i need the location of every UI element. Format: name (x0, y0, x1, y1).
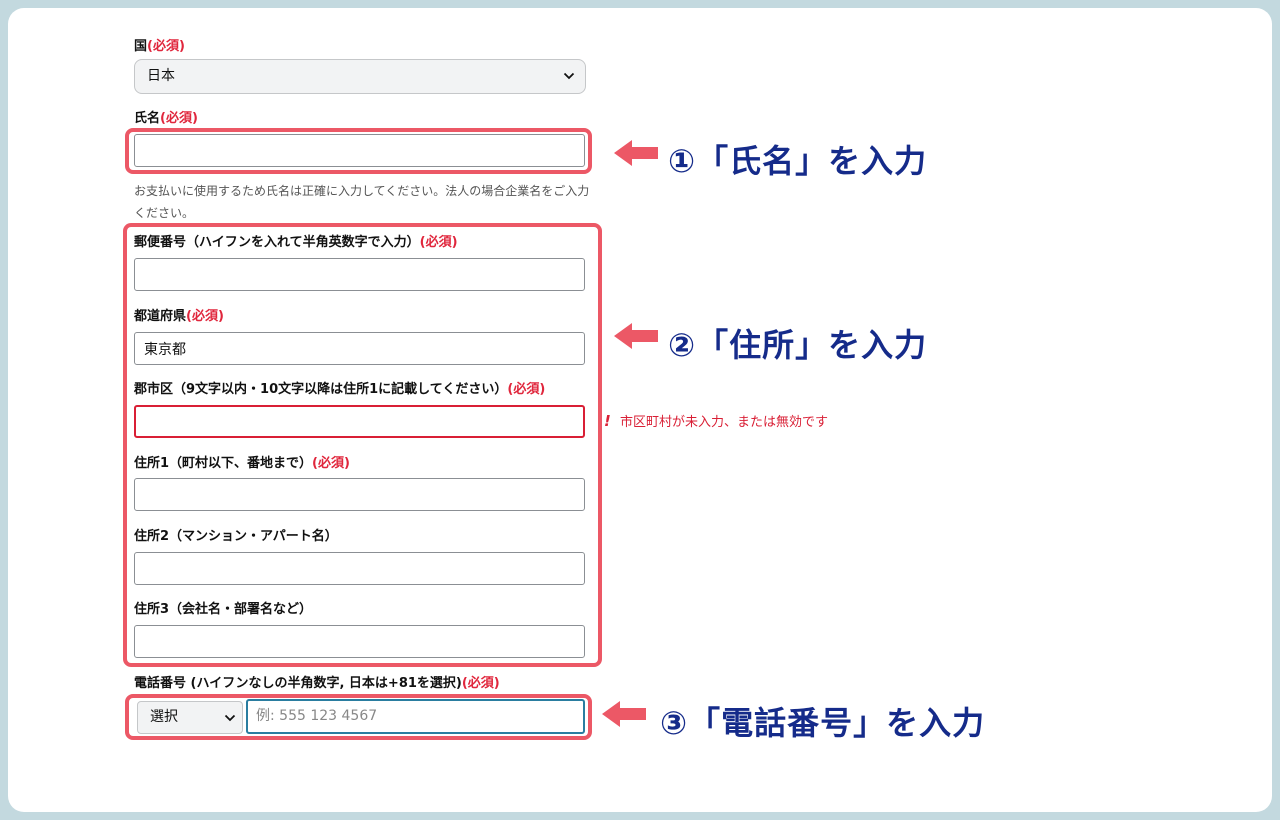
country-select-value: 日本 (147, 68, 175, 84)
country-select[interactable]: 日本 (134, 59, 586, 94)
page-card: 国(必須) 日本 氏名(必須) お支払いに使用するため氏名は正確に入力してくださ… (8, 8, 1272, 812)
highlight-name-box (125, 128, 592, 174)
city-error-message: 市区町村が未入力、または無効です (620, 415, 829, 430)
step3-annotation: ③「電話番号」を入力 (660, 704, 986, 742)
step1-annotation: ①「氏名」を入力 (668, 142, 928, 180)
highlight-address-box (123, 223, 602, 667)
arrow-left-icon (614, 140, 658, 166)
step2-annotation: ②「住所」を入力 (668, 326, 928, 364)
arrow-left-icon (602, 701, 646, 727)
country-label: 国(必須) (134, 39, 185, 54)
arrow-left-icon (614, 323, 658, 349)
name-label: 氏名(必須) (134, 111, 198, 126)
address-form: 国(必須) 日本 氏名(必須) お支払いに使用するため氏名は正確に入力してくださ… (8, 8, 1272, 812)
exclamation-icon: ! (604, 412, 611, 430)
chevron-down-icon (563, 72, 575, 80)
name-hint: お支払いに使用するため氏名は正確に入力してください。法人の場合企業名をご入力くだ… (134, 184, 590, 220)
phone-label: 電話番号 (ハイフンなしの半角数字, 日本は+81を選択)(必須) (134, 676, 500, 691)
highlight-phone-box (125, 694, 592, 740)
